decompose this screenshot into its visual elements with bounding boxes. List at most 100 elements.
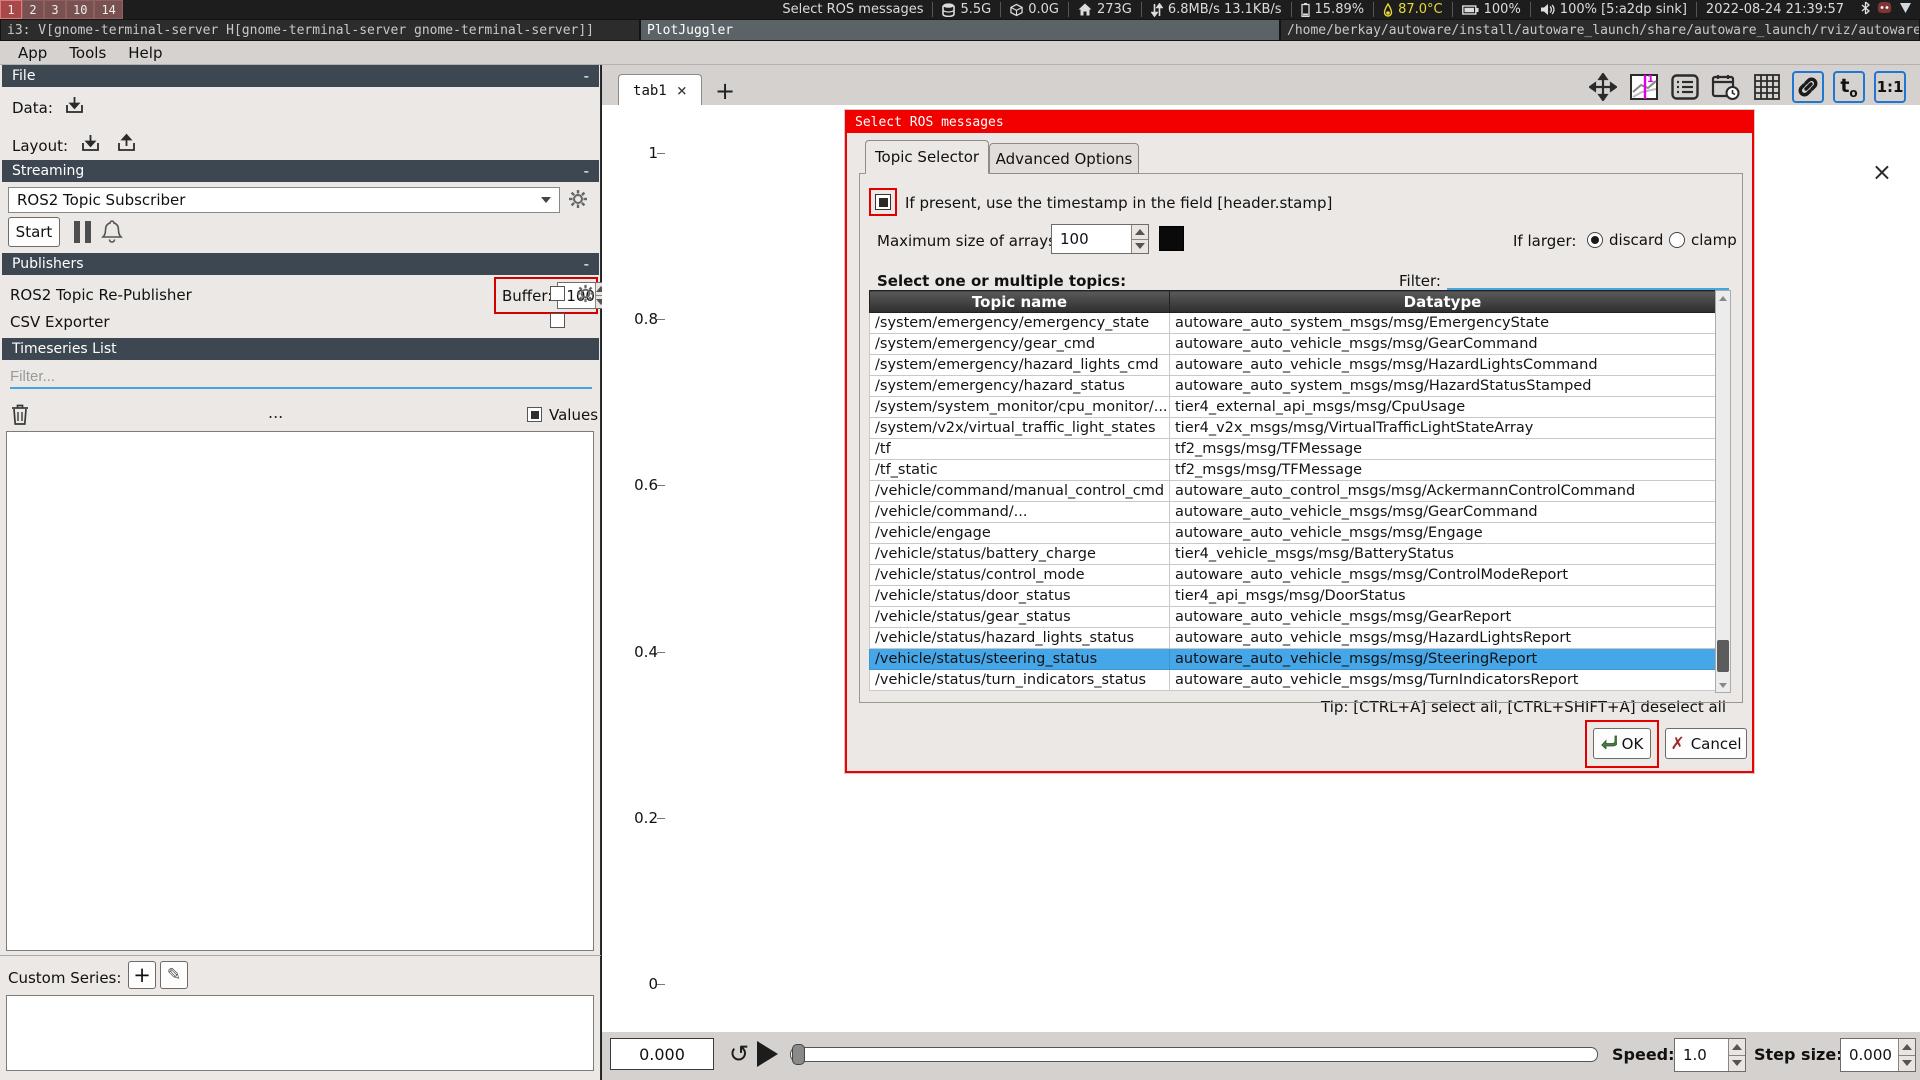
edit-custom-series-button[interactable]: ✎: [160, 961, 188, 989]
publisher-row: CSV Exporter: [10, 312, 110, 331]
grid-layout-icon[interactable]: [1751, 71, 1783, 103]
step-up-icon[interactable]: [1899, 1039, 1915, 1055]
database-icon: [942, 3, 955, 17]
status-volume: 100% [5:a2dp sink]: [1530, 2, 1696, 17]
memory-icon: [1301, 3, 1310, 17]
collapse-icon[interactable]: -: [584, 255, 589, 273]
playback-bar: 0.000 ↺ Speed: 1.0 Step size: 0.000: [602, 1032, 1920, 1080]
step-size-spinbox[interactable]: 0.000: [1840, 1038, 1916, 1072]
new-tab-button[interactable]: +: [710, 77, 740, 105]
tab-tab1[interactable]: tab1 ×: [618, 74, 702, 106]
workspace-button[interactable]: 3: [44, 0, 66, 19]
battery-icon: [1462, 5, 1479, 15]
section-header-timeseries[interactable]: Timeseries List: [2, 338, 599, 360]
move-tool-icon[interactable]: [1587, 71, 1619, 103]
step-down-icon[interactable]: [1899, 1055, 1915, 1072]
notification-bell-icon[interactable]: [100, 218, 124, 244]
screen: 1231014 Select ROS messages 5.5G 0.0G 27…: [0, 0, 1920, 1080]
y-tick-label: 0.8: [628, 310, 658, 328]
timeseries-list[interactable]: [6, 431, 594, 951]
load-layout-icon[interactable]: [80, 133, 101, 154]
workspace-button[interactable]: 1: [0, 0, 22, 19]
dialog-title-bar[interactable]: Select ROS messages: [847, 112, 1752, 133]
ok-enter-icon: [1601, 735, 1617, 753]
streaming-gear-icon[interactable]: [568, 189, 588, 209]
ratio-1-1-icon[interactable]: 1:1: [1874, 71, 1906, 103]
speed-up-icon[interactable]: [1729, 1039, 1745, 1055]
cancel-button[interactable]: ✗ Cancel: [1665, 728, 1747, 759]
ok-button[interactable]: OK: [1593, 728, 1651, 759]
status-segments: Select ROS messages 5.5G 0.0G 273G 6.8MB…: [773, 0, 1920, 19]
collapse-icon[interactable]: -: [584, 162, 589, 180]
status-battery: 100%: [1452, 2, 1530, 17]
plot-toolbar: 1 to 1:1: [1587, 71, 1906, 103]
titlebar-rviz[interactable]: /home/berkay/autoware/install/autoware_l…: [1280, 19, 1920, 41]
y-tick-label: 0.2: [628, 809, 658, 827]
menu-tools[interactable]: Tools: [59, 42, 116, 64]
menu-help[interactable]: Help: [118, 42, 172, 64]
link-ranges-icon[interactable]: [1792, 71, 1824, 103]
menu-app[interactable]: App: [8, 42, 57, 64]
values-checkbox[interactable]: [527, 407, 542, 422]
publisher-label: ROS2 Topic Re-Publisher: [10, 286, 192, 304]
republisher-gear-icon[interactable]: [576, 284, 595, 303]
speed-value: 1.0: [1675, 1039, 1728, 1071]
discord-icon[interactable]: [1877, 1, 1892, 18]
time-origin-icon[interactable]: to: [1833, 71, 1865, 103]
timeseries-filter: [10, 365, 592, 389]
section-header-streaming[interactable]: Streaming -: [2, 160, 599, 182]
publisher-label: CSV Exporter: [10, 313, 110, 331]
current-time-field[interactable]: 0.000: [610, 1038, 714, 1070]
network-tray-icon[interactable]: [1899, 2, 1912, 18]
collapse-icon[interactable]: -: [584, 67, 589, 85]
speed-label: Speed:: [1612, 1045, 1675, 1064]
start-button[interactable]: Start: [8, 217, 60, 247]
y-tick-label: 1: [628, 144, 658, 162]
curve-list-icon[interactable]: [1669, 71, 1701, 103]
section-header-publishers[interactable]: Publishers -: [2, 253, 599, 275]
trash-icon[interactable]: [10, 403, 30, 426]
timeseries-filter-input[interactable]: [10, 365, 592, 389]
system-tray: [1853, 1, 1920, 19]
streaming-combo-value: ROS2 Topic Subscriber: [17, 191, 185, 209]
bluetooth-icon[interactable]: [1861, 1, 1870, 19]
tab1-label: tab1: [633, 83, 667, 99]
slider-handle[interactable]: [792, 1044, 805, 1065]
loop-icon[interactable]: ↺: [723, 1037, 755, 1071]
streaming-source-combobox[interactable]: ROS2 Topic Subscriber: [8, 187, 560, 213]
network-arrows-icon: [1151, 3, 1163, 17]
section-header-file[interactable]: File -: [2, 65, 599, 87]
csv-exporter-checkbox[interactable]: [550, 313, 565, 328]
cancel-label: Cancel: [1691, 735, 1742, 753]
tab-topic-selector[interactable]: Topic Selector: [865, 140, 989, 174]
pause-icon[interactable]: [74, 221, 91, 243]
ok-label: OK: [1622, 735, 1644, 753]
republisher-checkbox[interactable]: [550, 286, 565, 301]
speed-spinbox[interactable]: 1.0: [1674, 1038, 1746, 1072]
plot-close-icon[interactable]: ×: [1872, 160, 1892, 184]
divider: [0, 955, 601, 956]
section-timeseries-label: Timeseries List: [12, 341, 117, 357]
titlebar-plotjuggler[interactable]: PlotJuggler: [640, 19, 1280, 41]
values-label: Values: [549, 405, 598, 424]
custom-series-list[interactable]: [6, 995, 594, 1071]
add-custom-series-button[interactable]: +: [128, 961, 156, 989]
tab-advanced-options[interactable]: Advanced Options: [989, 143, 1139, 174]
workspace-button[interactable]: 14: [94, 0, 122, 19]
load-data-icon[interactable]: [64, 95, 85, 116]
workspace-button[interactable]: 2: [22, 0, 44, 19]
timeline-slider[interactable]: [790, 1047, 1598, 1062]
ellipsis-label[interactable]: ...: [268, 403, 283, 422]
home-icon: [1078, 3, 1092, 16]
y-tick-label: 0: [628, 975, 658, 993]
titlebar-terminal[interactable]: i3: V[gnome-terminal-server H[gnome-term…: [0, 19, 640, 41]
workspace-button[interactable]: 10: [66, 0, 94, 19]
play-icon[interactable]: [757, 1041, 778, 1067]
save-layout-icon[interactable]: [116, 133, 137, 154]
status-window-title: Select ROS messages: [773, 2, 932, 17]
tracker-tool-icon[interactable]: 1: [1628, 71, 1660, 103]
datetime-icon[interactable]: [1710, 71, 1742, 103]
tab-close-icon[interactable]: ×: [677, 81, 687, 101]
chevron-down-icon: [541, 197, 551, 203]
speed-down-icon[interactable]: [1729, 1055, 1745, 1072]
